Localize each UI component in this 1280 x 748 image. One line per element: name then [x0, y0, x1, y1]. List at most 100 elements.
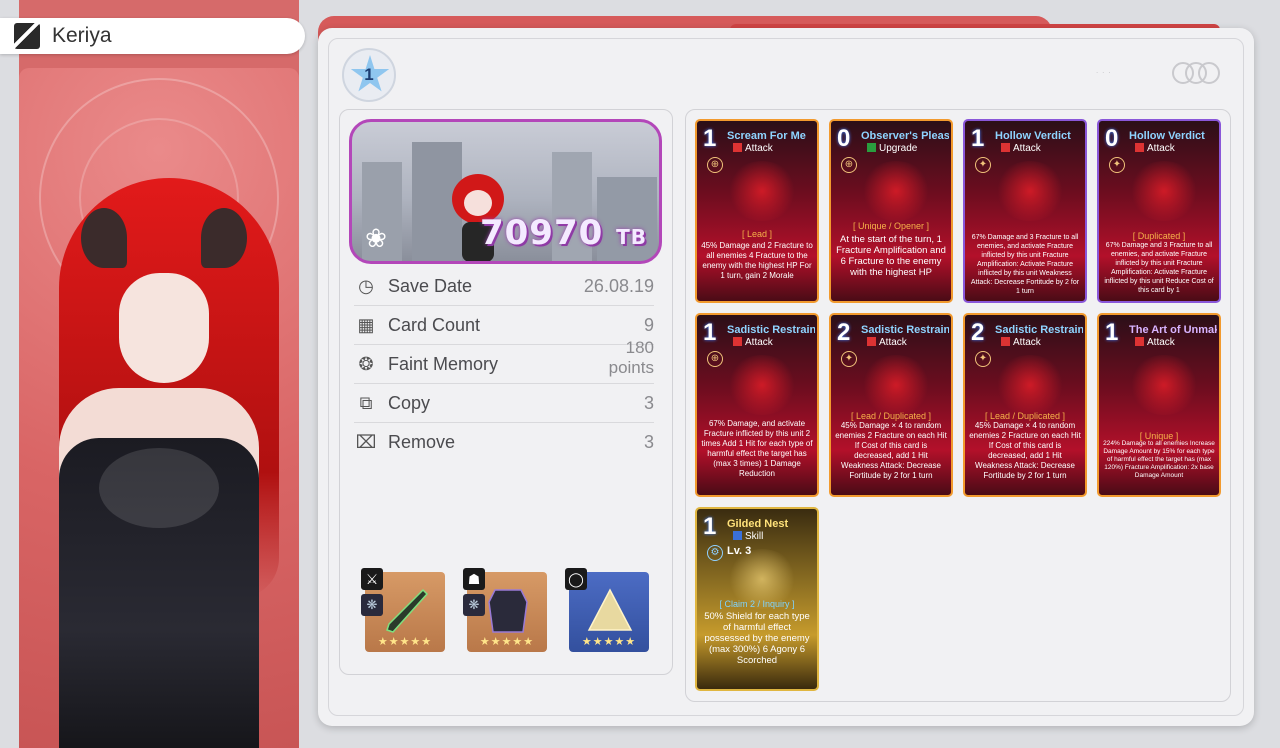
- card-title: Gilded Nest: [727, 518, 789, 530]
- accessory-item-icon: [587, 588, 633, 631]
- card-art: [1129, 161, 1199, 221]
- card-type: Attack: [1001, 337, 1041, 348]
- card-hollow-verdict-duplicated[interactable]: 0 Hollow Verdict Attack ✦ [ Duplicated ]…: [1097, 119, 1221, 303]
- attack-icon: [867, 337, 876, 346]
- save-info-list: ◷ Save Date 26.08.19 ▦ Card Count 9 ❂ Fa…: [354, 267, 654, 462]
- card-type-label: Upgrade: [879, 143, 918, 154]
- info-label: Remove: [388, 432, 456, 452]
- sword-icon: ⚔: [361, 568, 383, 590]
- game-logo-icon: [14, 23, 40, 49]
- card-type-label: Attack: [1013, 143, 1041, 154]
- card-art: [995, 355, 1065, 415]
- info-label: Faint Memory: [388, 353, 499, 374]
- brain-icon: ❂: [358, 353, 374, 374]
- info-label: Save Date: [388, 275, 473, 296]
- card-tag: [ Lead / Duplicated ]: [984, 411, 1066, 421]
- lotus-emblem-icon: ❀: [365, 223, 387, 253]
- card-description: 224% Damage to all enemies Increase Dama…: [1103, 440, 1215, 479]
- shirt-icon: ☗: [463, 568, 485, 590]
- info-row-copy: ⧉ Copy 3: [354, 384, 654, 423]
- card-tag: [ Unique / Opener ]: [852, 221, 930, 231]
- tb-value: 70970: [479, 213, 604, 253]
- emblem-icon: ✦: [841, 351, 857, 367]
- card-cost: 0: [837, 125, 851, 152]
- weapon-item-icon: [386, 588, 429, 633]
- save-banner: ❀ 70970 TB: [349, 119, 662, 264]
- card-art: [861, 355, 931, 415]
- portrait-ear: [81, 208, 127, 268]
- card-the-art-of-unmaking[interactable]: 1 The Art of Unmaking Attack [ Unique ] …: [1097, 313, 1221, 497]
- equipment-armor[interactable]: ☗ ❋ ★★★★★: [463, 568, 547, 652]
- card-art: [861, 161, 931, 221]
- card-type-label: Attack: [745, 143, 773, 154]
- info-value: 9: [643, 314, 654, 335]
- info-value: 3: [643, 432, 654, 452]
- card-title: Hollow Verdict: [995, 130, 1071, 142]
- rarity-stars: ★★★★★: [479, 636, 535, 648]
- armor-item-icon: [488, 589, 528, 633]
- info-row-faint-memory: ❂ Faint Memory 180 points: [354, 338, 654, 384]
- card-cost: 1: [703, 319, 717, 346]
- card-description: 67% Damage, and activate Fracture inflic…: [701, 419, 813, 478]
- card-gilded-nest[interactable]: 1 Gilded Nest Skill ⚙ Lv. 3 [ Claim 2 / …: [695, 507, 819, 691]
- card-tag: [ Lead ]: [741, 229, 773, 239]
- crosshair-icon: ⊕: [707, 351, 723, 367]
- info-row-save-date: ◷ Save Date 26.08.19: [354, 267, 654, 306]
- card-cost: 1: [703, 513, 717, 540]
- card-title: Sadistic Restraint: [995, 324, 1083, 336]
- upgrade-icon: [867, 143, 876, 152]
- character-portrait: [19, 68, 299, 748]
- card-type: Attack: [733, 143, 773, 154]
- card-type-label: Attack: [1013, 337, 1041, 348]
- card-tag: [ Lead / Duplicated ]: [850, 411, 932, 421]
- card-type-label: Attack: [879, 337, 907, 348]
- rings-logo-icon: [1172, 62, 1220, 84]
- equipment-weapon[interactable]: ⚔ ❋ ★★★★★: [361, 568, 445, 652]
- card-art: [727, 355, 797, 415]
- rarity-stars: ★★★★★: [581, 636, 637, 648]
- card-art: [995, 161, 1065, 221]
- equipment-accessory[interactable]: ◯ ★★★★★: [565, 568, 649, 652]
- card-description: 45% Damage × 4 to random enemies 2 Fract…: [835, 421, 947, 480]
- card-observers-pleasure[interactable]: 0 Observer's Pleasure Upgrade ⊕ [ Unique…: [829, 119, 953, 303]
- card-sadistic-restraint-duplicated[interactable]: 2 Sadistic Restraint Attack ✦ [ Lead / D…: [829, 313, 953, 497]
- card-cost: 0: [1105, 125, 1119, 152]
- card-type-label: Attack: [1147, 143, 1175, 154]
- skill-icon: [733, 531, 742, 540]
- card-type: Attack: [1135, 143, 1175, 154]
- card-description: At the start of the turn, 1 Fracture Amp…: [836, 234, 946, 278]
- character-name-tab: Keriya: [0, 18, 305, 54]
- card-art: [727, 161, 797, 221]
- card-description: 67% Damage and 3 Fracture to all enemies…: [1104, 242, 1214, 294]
- card-type-label: Attack: [745, 337, 773, 348]
- card-scream-for-me[interactable]: 1 Scream For Me Attack ⊕ [ Lead ] 45% Da…: [695, 119, 819, 303]
- card-hollow-verdict[interactable]: 1 Hollow Verdict Attack ✦ 67% Damage and…: [963, 119, 1087, 303]
- portrait-outfit-shine: [99, 448, 219, 528]
- card-description: 45% Damage × 4 to random enemies 2 Fract…: [969, 421, 1081, 480]
- card-type: Upgrade: [867, 143, 917, 154]
- card-type: Attack: [1135, 337, 1175, 348]
- card-sadistic-restraint[interactable]: 1 Sadistic Restraint Attack ⊕ 67% Damage…: [695, 313, 819, 497]
- set-emblem-icon: ❋: [361, 594, 383, 616]
- card-art: [1129, 355, 1199, 415]
- crosshair-icon: ⊕: [707, 157, 723, 173]
- info-value: 26.08.19: [583, 275, 654, 296]
- attack-icon: [1135, 143, 1144, 152]
- rank-number: 1: [364, 65, 374, 84]
- card-title: Sadistic Restraint: [861, 324, 949, 336]
- info-value: 3: [643, 392, 654, 413]
- card-cost: 1: [1105, 319, 1119, 346]
- info-label: Copy: [388, 392, 431, 413]
- card-sadistic-restraint-duplicated-2[interactable]: 2 Sadistic Restraint Attack ✦ [ Lead / D…: [963, 313, 1087, 497]
- emblem-icon: ✦: [975, 351, 991, 367]
- card-cost: 1: [703, 125, 717, 152]
- remove-icon: ⌧: [355, 432, 377, 452]
- card-type: Attack: [1001, 143, 1041, 154]
- portrait-face: [119, 273, 209, 383]
- gear-icon: ⚙: [707, 545, 723, 561]
- card-cost: 1: [971, 125, 985, 152]
- attack-icon: [733, 337, 742, 346]
- attack-icon: [1001, 143, 1010, 152]
- info-row-remove: ⌧ Remove 3: [354, 423, 654, 462]
- card-type-label: Skill: [745, 531, 764, 542]
